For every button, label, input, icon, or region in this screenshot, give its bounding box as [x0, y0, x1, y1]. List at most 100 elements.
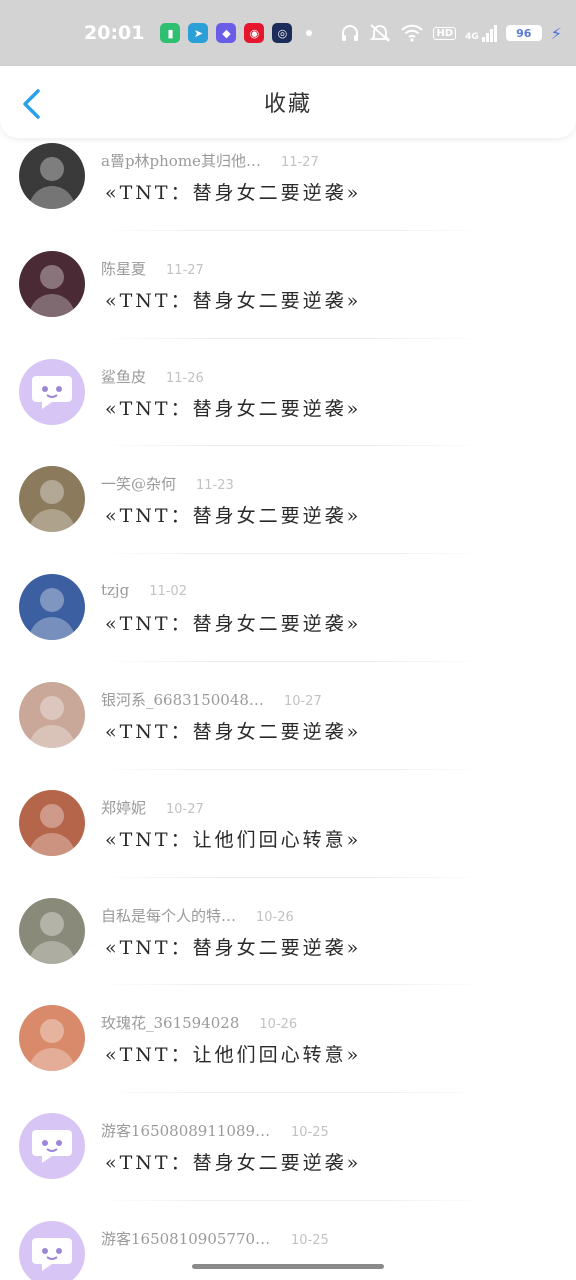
status-time: 20:01: [84, 22, 145, 44]
charging-icon: ⚡: [550, 23, 562, 43]
user-avatar[interactable]: [19, 143, 85, 209]
row-divider: [95, 445, 490, 447]
username[interactable]: 银河系_6683150048…: [101, 689, 264, 710]
wifi-icon: [401, 24, 424, 42]
user-avatar[interactable]: [19, 250, 85, 317]
app-store-app-icon: ◆: [216, 23, 237, 43]
item-meta: 自私是每个人的特… 10-26: [101, 905, 294, 926]
favorites-list: a罾p林phome其归他… 11-27 «TNT：替身女二要逆袭» 陈星夏 11-27 «…: [0, 138, 576, 1280]
row-divider: [95, 553, 490, 555]
favorite-date: 11-26: [166, 370, 204, 386]
favorite-list-item[interactable]: 游客1650810905770024V 10-25: [0, 1216, 576, 1280]
favorite-date: 10-25: [291, 1232, 329, 1248]
user-avatar[interactable]: [19, 574, 85, 641]
weibo-app-icon: ◉: [244, 23, 265, 43]
book-title[interactable]: «TNT：替身女二要逆袭»: [105, 717, 361, 744]
user-photo-icon: [29, 480, 75, 533]
mute-icon: [370, 24, 391, 42]
item-meta: 郑婷妮 10-27: [101, 797, 204, 818]
favorite-list-item[interactable]: 玫瑰花_361594028 10-26 «TNT：让他们回心转意»: [0, 1000, 576, 1108]
row-divider: [95, 1199, 490, 1201]
item-meta: 游客1650810905770024V 10-25: [101, 1228, 329, 1249]
username[interactable]: 游客1650808911089q300: [101, 1120, 271, 1141]
item-meta: 游客1650808911089q300 10-25: [101, 1120, 329, 1141]
book-title[interactable]: «TNT：替身女二要逆袭»: [105, 1148, 361, 1175]
favorite-list-item[interactable]: 自私是每个人的特… 10-26 «TNT：替身女二要逆袭»: [0, 893, 576, 1001]
status-indicators: HD 4G 96 ⚡: [340, 23, 562, 43]
book-title[interactable]: «TNT：替身女二要逆袭»: [105, 178, 361, 205]
username[interactable]: 陈星夏: [101, 258, 146, 279]
favorite-list-item[interactable]: 游客1650808911089q300 10-25 «TNT：替身女二要逆袭»: [0, 1108, 576, 1216]
favorite-date: 10-26: [259, 1017, 298, 1033]
user-photo-icon: [29, 264, 75, 317]
book-title[interactable]: «TNT：让他们回心转意»: [105, 825, 361, 852]
favorite-list-item[interactable]: 郑婷妮 10-27 «TNT：让他们回心转意»: [0, 785, 576, 893]
user-avatar[interactable]: [19, 681, 85, 748]
item-meta: 鲨鱼皮 11-26: [101, 366, 204, 387]
signal-icon: 4G: [465, 24, 497, 42]
favorite-list-item[interactable]: 鲨鱼皮 11-26 «TNT：替身女二要逆袭»: [0, 354, 576, 462]
favorite-date: 10-26: [256, 909, 294, 925]
back-arrow-icon[interactable]: [18, 88, 46, 120]
book-title[interactable]: «TNT：替身女二要逆袭»: [105, 286, 361, 313]
favorite-list-item[interactable]: 银河系_6683150048… 10-27 «TNT：替身女二要逆袭»: [0, 677, 576, 785]
user-photo-icon: [29, 588, 75, 641]
item-meta: a罾p林phome其归他… 11-27: [101, 150, 319, 171]
user-photo-icon: [29, 1019, 75, 1072]
user-avatar[interactable]: [19, 1220, 85, 1280]
book-title[interactable]: «TNT：替身女二要逆袭»: [105, 609, 361, 636]
username[interactable]: 自私是每个人的特…: [101, 905, 236, 926]
notification-dot-icon: [306, 30, 313, 36]
default-chat-avatar-icon: [32, 1130, 72, 1164]
page-title: 收藏: [263, 92, 312, 117]
favorite-list-item[interactable]: 一笑@杂何 11-23 «TNT：替身女二要逆袭»: [0, 461, 576, 569]
item-meta: tzjg 11-02: [101, 581, 187, 599]
hd-indicator: HD: [433, 26, 457, 40]
username[interactable]: 一笑@杂何: [101, 473, 176, 494]
book-title[interactable]: «TNT：替身女二要逆袭»: [105, 501, 361, 528]
username[interactable]: a罾p林phome其归他…: [101, 150, 261, 171]
item-meta: 陈星夏 11-27: [101, 258, 204, 279]
user-avatar[interactable]: [19, 789, 85, 856]
item-meta: 一笑@杂何 11-23: [101, 473, 234, 494]
item-meta: 玫瑰花_361594028 10-26: [101, 1012, 297, 1033]
favorite-date: 11-27: [166, 262, 204, 278]
username[interactable]: 游客1650810905770024V: [101, 1228, 271, 1249]
favorite-date: 11-23: [196, 478, 234, 494]
network-type-label: 4G: [465, 31, 479, 42]
username[interactable]: tzjg: [101, 581, 129, 599]
favorite-date: 10-27: [283, 693, 322, 709]
header: 收藏: [0, 66, 576, 138]
row-divider: [95, 768, 490, 770]
user-photo-icon: [29, 803, 75, 856]
row-divider: [95, 876, 490, 878]
telegram-app-icon: ➤: [188, 23, 209, 43]
favorite-date: 11-27: [280, 155, 319, 170]
user-avatar[interactable]: [19, 897, 85, 964]
row-divider: [95, 984, 490, 986]
default-chat-avatar-icon: [32, 1237, 72, 1271]
headphones-icon: [342, 25, 359, 41]
row-divider: [95, 660, 490, 662]
book-title[interactable]: «TNT：替身女二要逆袭»: [105, 933, 361, 960]
battery-icon: 96: [505, 25, 542, 41]
robot-app-icon: ◎: [272, 23, 293, 43]
favorite-list-item[interactable]: tzjg 11-02 «TNT：替身女二要逆袭»: [0, 569, 576, 677]
user-photo-icon: [29, 911, 75, 964]
username[interactable]: 鲨鱼皮: [101, 366, 146, 387]
book-title[interactable]: «TNT：让他们回心转意»: [105, 1040, 361, 1067]
home-indicator[interactable]: [192, 1264, 384, 1269]
user-avatar[interactable]: [19, 466, 85, 533]
user-avatar[interactable]: [19, 1113, 85, 1180]
username[interactable]: 玫瑰花_361594028: [101, 1012, 239, 1033]
favorite-list-item[interactable]: a罾p林phome其归他… 11-27 «TNT：替身女二要逆袭»: [0, 138, 576, 246]
favorite-date: 10-27: [166, 801, 204, 817]
default-chat-avatar-icon: [32, 375, 72, 409]
user-avatar[interactable]: [19, 1005, 85, 1072]
row-divider: [95, 337, 490, 339]
favorite-date: 11-02: [149, 584, 187, 600]
book-title[interactable]: «TNT：替身女二要逆袭»: [105, 394, 361, 421]
user-avatar[interactable]: [19, 358, 85, 425]
username[interactable]: 郑婷妮: [101, 797, 146, 818]
favorite-list-item[interactable]: 陈星夏 11-27 «TNT：替身女二要逆袭»: [0, 246, 576, 354]
